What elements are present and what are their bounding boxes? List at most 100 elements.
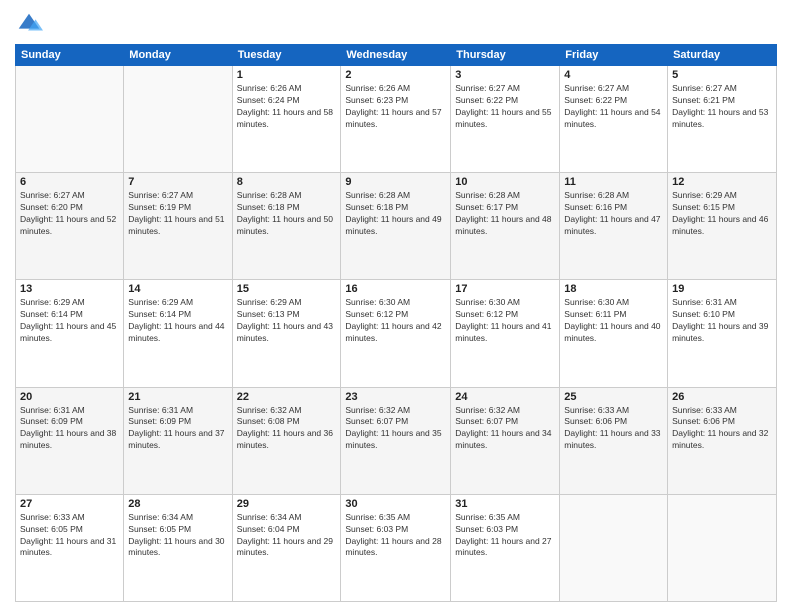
calendar-week-row: 1 Sunrise: 6:26 AMSunset: 6:24 PMDaylight… [16,66,777,173]
calendar-cell: 19 Sunrise: 6:31 AMSunset: 6:10 PMDayligh… [668,280,777,387]
day-number: 6 [20,176,119,188]
day-number: 22 [237,391,337,403]
day-number: 2 [345,69,446,81]
day-info: Sunrise: 6:29 AMSunset: 6:14 PMDaylight:… [128,297,227,345]
calendar-cell: 29 Sunrise: 6:34 AMSunset: 6:04 PMDayligh… [232,494,341,601]
day-number: 1 [237,69,337,81]
calendar-cell: 8 Sunrise: 6:28 AMSunset: 6:18 PMDaylight… [232,173,341,280]
day-info: Sunrise: 6:31 AMSunset: 6:09 PMDaylight:… [128,405,227,453]
calendar-week-row: 20 Sunrise: 6:31 AMSunset: 6:09 PMDayligh… [16,387,777,494]
day-info: Sunrise: 6:30 AMSunset: 6:12 PMDaylight:… [345,297,446,345]
calendar-cell: 5Sunrise: 6:27 AMSunset: 6:21 PMDaylight… [668,66,777,173]
day-info: Sunrise: 6:27 AMSunset: 6:19 PMDaylight:… [128,190,227,238]
calendar-cell: 13Sunrise: 6:29 AMSunset: 6:14 PMDayligh… [16,280,124,387]
calendar-cell: 11 Sunrise: 6:28 AMSunset: 6:16 PMDayligh… [560,173,668,280]
day-number: 18 [564,283,663,295]
day-info: Sunrise: 6:27 AMSunset: 6:22 PMDaylight:… [564,83,663,131]
col-header-tuesday: Tuesday [232,45,341,66]
calendar-cell: 26 Sunrise: 6:33 AMSunset: 6:06 PMDayligh… [668,387,777,494]
calendar-cell: 2Sunrise: 6:26 AMSunset: 6:23 PMDaylight… [341,66,451,173]
day-number: 12 [672,176,772,188]
calendar-cell: 23 Sunrise: 6:32 AMSunset: 6:07 PMDayligh… [341,387,451,494]
day-info: Sunrise: 6:27 AMSunset: 6:22 PMDaylight:… [455,83,555,131]
calendar-cell: 4 Sunrise: 6:27 AMSunset: 6:22 PMDaylight… [560,66,668,173]
day-number: 14 [128,283,227,295]
calendar-cell: 30Sunrise: 6:35 AMSunset: 6:03 PMDayligh… [341,494,451,601]
day-number: 3 [455,69,555,81]
calendar-week-row: 27 Sunrise: 6:33 AMSunset: 6:05 PMDayligh… [16,494,777,601]
day-number: 25 [564,391,663,403]
day-number: 26 [672,391,772,403]
day-info: Sunrise: 6:32 AMSunset: 6:07 PMDaylight:… [455,405,555,453]
day-number: 17 [455,283,555,295]
day-info: Sunrise: 6:34 AMSunset: 6:04 PMDaylight:… [237,512,337,560]
calendar-cell: 25 Sunrise: 6:33 AMSunset: 6:06 PMDayligh… [560,387,668,494]
day-info: Sunrise: 6:29 AMSunset: 6:13 PMDaylight:… [237,297,337,345]
day-info: Sunrise: 6:29 AMSunset: 6:15 PMDaylight:… [672,190,772,238]
day-number: 11 [564,176,663,188]
calendar-cell: 20 Sunrise: 6:31 AMSunset: 6:09 PMDayligh… [16,387,124,494]
day-number: 29 [237,498,337,510]
day-number: 28 [128,498,227,510]
day-number: 15 [237,283,337,295]
day-info: Sunrise: 6:29 AMSunset: 6:14 PMDaylight:… [20,297,119,345]
day-number: 24 [455,391,555,403]
day-info: Sunrise: 6:27 AMSunset: 6:20 PMDaylight:… [20,190,119,238]
day-info: Sunrise: 6:30 AMSunset: 6:11 PMDaylight:… [564,297,663,345]
calendar-cell: 22 Sunrise: 6:32 AMSunset: 6:08 PMDayligh… [232,387,341,494]
day-number: 8 [237,176,337,188]
day-info: Sunrise: 6:28 AMSunset: 6:18 PMDaylight:… [237,190,337,238]
day-number: 19 [672,283,772,295]
day-number: 9 [345,176,446,188]
calendar-cell: 14 Sunrise: 6:29 AMSunset: 6:14 PMDayligh… [124,280,232,387]
calendar-cell: 31Sunrise: 6:35 AMSunset: 6:03 PMDayligh… [451,494,560,601]
calendar-week-row: 13Sunrise: 6:29 AMSunset: 6:14 PMDayligh… [16,280,777,387]
calendar-cell: 6 Sunrise: 6:27 AMSunset: 6:20 PMDaylight… [16,173,124,280]
day-info: Sunrise: 6:33 AMSunset: 6:05 PMDaylight:… [20,512,119,560]
calendar-cell: 15 Sunrise: 6:29 AMSunset: 6:13 PMDayligh… [232,280,341,387]
day-number: 31 [455,498,555,510]
day-info: Sunrise: 6:32 AMSunset: 6:07 PMDaylight:… [345,405,446,453]
day-number: 5 [672,69,772,81]
calendar-table: SundayMondayTuesdayWednesdayThursdayFrid… [15,44,777,602]
day-info: Sunrise: 6:31 AMSunset: 6:10 PMDaylight:… [672,297,772,345]
header [15,10,777,38]
day-info: Sunrise: 6:31 AMSunset: 6:09 PMDaylight:… [20,405,119,453]
day-number: 20 [20,391,119,403]
calendar-header-row: SundayMondayTuesdayWednesdayThursdayFrid… [16,45,777,66]
calendar-cell: 16 Sunrise: 6:30 AMSunset: 6:12 PMDayligh… [341,280,451,387]
calendar-cell: 18 Sunrise: 6:30 AMSunset: 6:11 PMDayligh… [560,280,668,387]
day-number: 21 [128,391,227,403]
day-number: 4 [564,69,663,81]
day-info: Sunrise: 6:32 AMSunset: 6:08 PMDaylight:… [237,405,337,453]
col-header-saturday: Saturday [668,45,777,66]
calendar-cell: 9Sunrise: 6:28 AMSunset: 6:18 PMDaylight… [341,173,451,280]
col-header-wednesday: Wednesday [341,45,451,66]
calendar-cell: 10Sunrise: 6:28 AMSunset: 6:17 PMDayligh… [451,173,560,280]
col-header-friday: Friday [560,45,668,66]
calendar-cell: 24 Sunrise: 6:32 AMSunset: 6:07 PMDayligh… [451,387,560,494]
calendar-cell: 17 Sunrise: 6:30 AMSunset: 6:12 PMDayligh… [451,280,560,387]
day-info: Sunrise: 6:34 AMSunset: 6:05 PMDaylight:… [128,512,227,560]
calendar-cell: 28 Sunrise: 6:34 AMSunset: 6:05 PMDayligh… [124,494,232,601]
day-number: 7 [128,176,227,188]
day-info: Sunrise: 6:30 AMSunset: 6:12 PMDaylight:… [455,297,555,345]
day-info: Sunrise: 6:33 AMSunset: 6:06 PMDaylight:… [672,405,772,453]
col-header-sunday: Sunday [16,45,124,66]
calendar-cell: 3 Sunrise: 6:27 AMSunset: 6:22 PMDaylight… [451,66,560,173]
calendar-cell: 21 Sunrise: 6:31 AMSunset: 6:09 PMDayligh… [124,387,232,494]
day-number: 27 [20,498,119,510]
page: SundayMondayTuesdayWednesdayThursdayFrid… [0,0,792,612]
calendar-cell [560,494,668,601]
day-info: Sunrise: 6:26 AMSunset: 6:24 PMDaylight:… [237,83,337,131]
calendar-cell: 7 Sunrise: 6:27 AMSunset: 6:19 PMDaylight… [124,173,232,280]
logo [15,10,47,38]
col-header-thursday: Thursday [451,45,560,66]
day-number: 23 [345,391,446,403]
day-info: Sunrise: 6:33 AMSunset: 6:06 PMDaylight:… [564,405,663,453]
day-number: 10 [455,176,555,188]
day-number: 16 [345,283,446,295]
calendar-cell [16,66,124,173]
day-info: Sunrise: 6:28 AMSunset: 6:16 PMDaylight:… [564,190,663,238]
col-header-monday: Monday [124,45,232,66]
